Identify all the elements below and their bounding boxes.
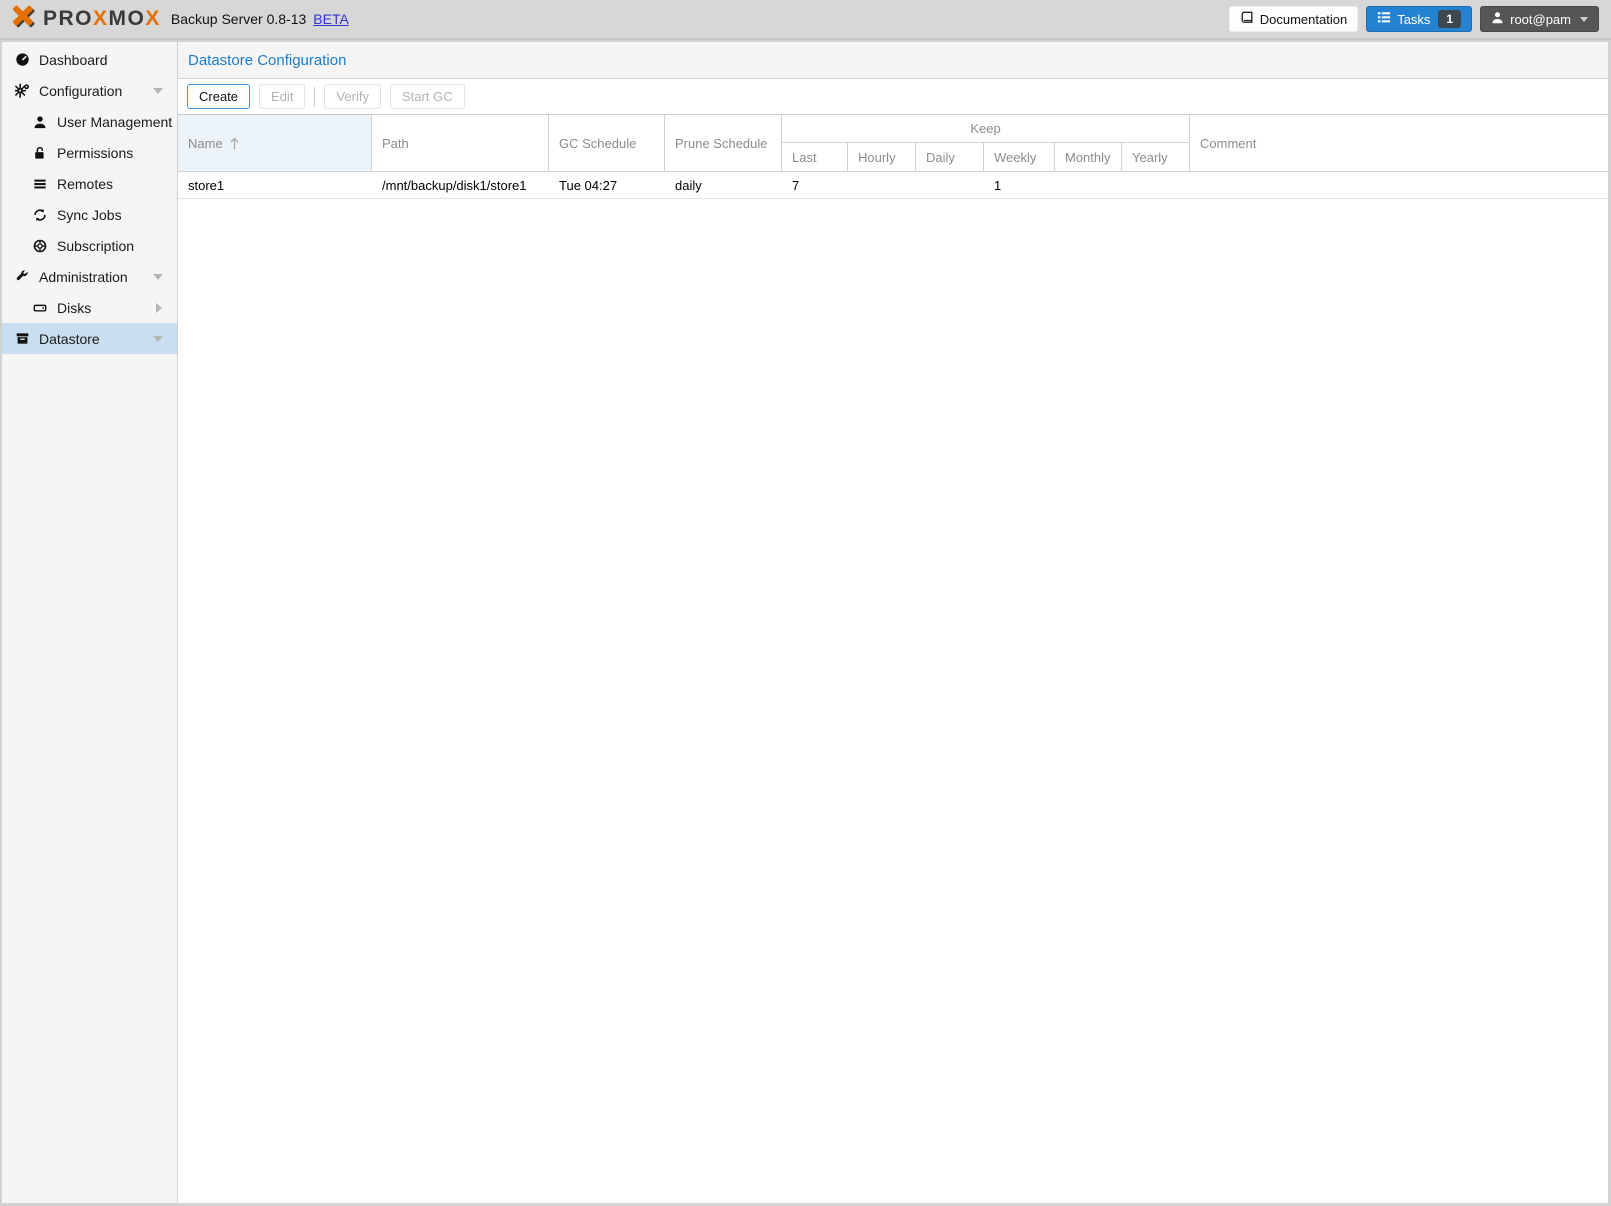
column-header-keep-monthly[interactable]: Monthly xyxy=(1055,143,1122,171)
panel-titlebar: Datastore Configuration xyxy=(178,42,1608,79)
topbar: PROXMOX Backup Server 0.8-13 BETA Docume… xyxy=(0,0,1611,40)
column-group-keep: Keep xyxy=(782,115,1190,143)
topbar-actions: Documentation Tasks 1 root@pam xyxy=(1229,6,1599,32)
user-icon xyxy=(1491,11,1504,27)
table-header: Name Path GC Schedule Prune Schedule Kee… xyxy=(178,115,1608,172)
tasks-count-badge: 1 xyxy=(1438,10,1461,28)
table-row[interactable]: store1 /mnt/backup/disk1/store1 Tue 04:2… xyxy=(178,172,1608,199)
column-header-name[interactable]: Name xyxy=(178,115,372,171)
edit-button[interactable]: Edit xyxy=(259,84,305,109)
cell-keep-hourly xyxy=(848,172,916,198)
cell-keep-last: 7 xyxy=(782,172,848,198)
sidebar-item-remotes[interactable]: Remotes xyxy=(2,168,177,199)
cell-gc-schedule: Tue 04:27 xyxy=(549,172,665,198)
logo-wordmark: PROXMOX xyxy=(43,7,161,31)
sort-ascending-icon xyxy=(229,137,240,150)
task-list-icon xyxy=(1377,11,1391,27)
chevron-down-icon xyxy=(153,88,163,94)
book-icon xyxy=(1240,11,1254,28)
user-menu-button[interactable]: root@pam xyxy=(1480,6,1599,32)
proxmox-x-icon xyxy=(12,4,38,35)
chevron-down-icon xyxy=(1580,17,1588,22)
gears-icon xyxy=(14,83,30,99)
column-header-keep-weekly[interactable]: Weekly xyxy=(984,143,1055,171)
column-header-keep-yearly[interactable]: Yearly xyxy=(1122,143,1190,171)
content-area: Dashboard Configuration User Management … xyxy=(2,42,1608,1203)
tasks-button[interactable]: Tasks 1 xyxy=(1366,6,1472,32)
sidebar-item-configuration[interactable]: Configuration xyxy=(2,75,177,106)
chevron-down-icon xyxy=(153,274,163,280)
list-icon xyxy=(32,176,48,192)
proxmox-logo: PROXMOX xyxy=(12,4,161,35)
column-header-prune-schedule[interactable]: Prune Schedule xyxy=(665,115,782,171)
sidebar: Dashboard Configuration User Management … xyxy=(2,42,178,1203)
sidebar-item-sync-jobs[interactable]: Sync Jobs xyxy=(2,199,177,230)
sidebar-item-user-management[interactable]: User Management xyxy=(2,106,177,137)
sync-icon xyxy=(32,207,48,223)
dashboard-icon xyxy=(14,52,30,68)
sidebar-item-disks[interactable]: Disks xyxy=(2,292,177,323)
toolbar-separator xyxy=(314,87,315,107)
chevron-right-icon xyxy=(156,303,162,313)
column-header-path[interactable]: Path xyxy=(372,115,549,171)
column-header-gc-schedule[interactable]: GC Schedule xyxy=(549,115,665,171)
unlock-icon xyxy=(32,145,48,161)
cell-name: store1 xyxy=(178,172,372,198)
chevron-down-icon xyxy=(153,336,163,342)
sidebar-item-administration[interactable]: Administration xyxy=(2,261,177,292)
toolbar: Create Edit Verify Start GC xyxy=(178,79,1608,115)
create-button[interactable]: Create xyxy=(187,84,250,109)
cell-path: /mnt/backup/disk1/store1 xyxy=(372,172,549,198)
cell-prune-schedule: daily xyxy=(665,172,782,198)
cell-comment xyxy=(1190,172,1608,198)
wrench-icon xyxy=(14,269,30,285)
table-empty-area xyxy=(178,199,1608,1203)
sidebar-item-datastore[interactable]: Datastore xyxy=(2,323,177,354)
hdd-icon xyxy=(32,300,48,316)
sidebar-item-subscription[interactable]: Subscription xyxy=(2,230,177,261)
verify-button[interactable]: Verify xyxy=(324,84,381,109)
support-icon xyxy=(32,238,48,254)
archive-icon xyxy=(14,331,30,347)
main-panel: Datastore Configuration Create Edit Veri… xyxy=(178,42,1608,1203)
column-header-keep-last[interactable]: Last xyxy=(782,143,848,171)
cell-keep-daily xyxy=(916,172,984,198)
column-header-keep-daily[interactable]: Daily xyxy=(916,143,984,171)
sidebar-item-dashboard[interactable]: Dashboard xyxy=(2,44,177,75)
product-title: Backup Server 0.8-13 xyxy=(171,11,306,27)
page-title: Datastore Configuration xyxy=(188,52,346,69)
start-gc-button[interactable]: Start GC xyxy=(390,84,465,109)
cell-keep-monthly xyxy=(1055,172,1122,198)
cell-keep-yearly xyxy=(1122,172,1190,198)
documentation-button[interactable]: Documentation xyxy=(1229,6,1358,32)
sidebar-item-permissions[interactable]: Permissions xyxy=(2,137,177,168)
column-header-comment[interactable]: Comment xyxy=(1190,115,1608,171)
column-header-keep-hourly[interactable]: Hourly xyxy=(848,143,916,171)
user-icon xyxy=(32,114,48,130)
cell-keep-weekly: 1 xyxy=(984,172,1055,198)
beta-link[interactable]: BETA xyxy=(313,11,349,27)
